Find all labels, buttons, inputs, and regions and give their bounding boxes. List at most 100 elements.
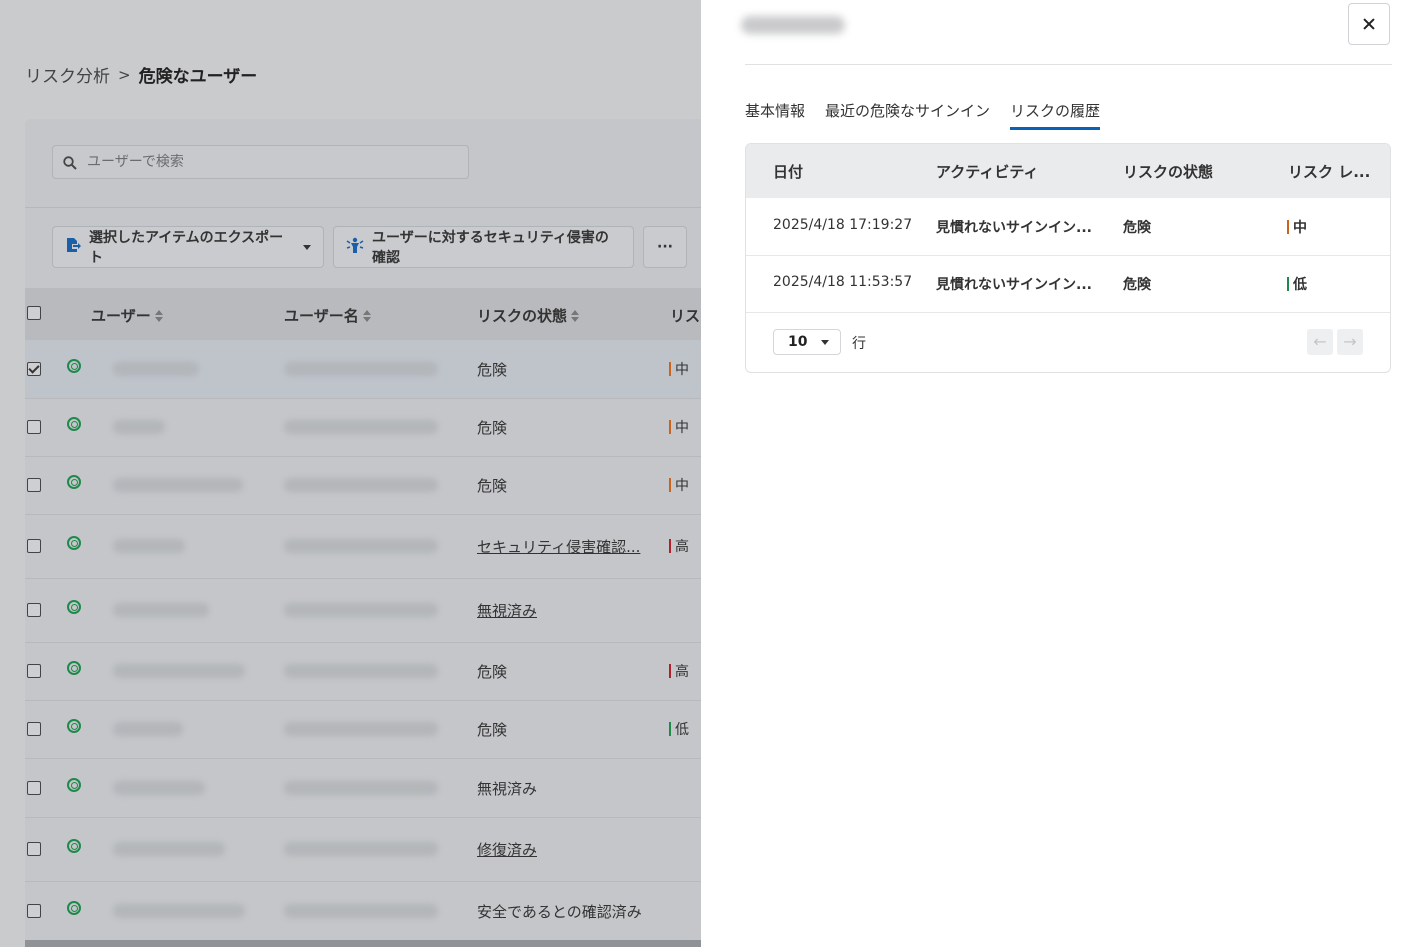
horizontal-scrollbar[interactable] <box>25 940 701 947</box>
search-input[interactable] <box>85 153 449 171</box>
username-redacted <box>284 539 438 553</box>
risk-level-bar <box>1287 220 1289 234</box>
select-all-checkbox[interactable] <box>27 306 41 320</box>
history-date: 2025/4/18 11:53:57 <box>773 274 913 290</box>
divider <box>745 64 1392 65</box>
arrow-left-icon: ← <box>1313 332 1327 351</box>
username-redacted <box>284 664 438 678</box>
user-name-redacted[interactable] <box>113 904 245 918</box>
user-name-redacted[interactable] <box>113 842 225 856</box>
risk-level-bar <box>669 722 671 736</box>
prev-page-button[interactable]: ← <box>1307 329 1333 355</box>
user-name-redacted[interactable] <box>113 664 245 678</box>
risk-state: 危険 <box>477 361 508 379</box>
history-row[interactable]: 2025/4/18 17:19:27 見慣れないサインイン... 危険 中 <box>746 198 1390 256</box>
search-icon <box>63 155 77 170</box>
username-redacted <box>284 362 438 376</box>
rows-label: 行 <box>852 336 866 352</box>
sort-icon <box>571 309 580 322</box>
username-redacted <box>284 842 438 856</box>
column-activity[interactable]: アクティビティ <box>936 161 1038 182</box>
column-date[interactable]: 日付 <box>773 161 803 182</box>
column-username[interactable]: ユーザー名 <box>284 305 371 326</box>
username-redacted <box>284 478 438 492</box>
risk-target-icon <box>67 661 81 675</box>
search-box[interactable] <box>52 145 469 179</box>
username-redacted <box>284 420 438 434</box>
sort-icon <box>154 309 163 322</box>
row-checkbox[interactable] <box>27 420 41 434</box>
row-checkbox[interactable] <box>27 780 41 795</box>
risk-history-table: 日付 アクティビティ リスクの状態 リスク レ... 2025/4/18 17:… <box>745 143 1391 373</box>
row-checkbox[interactable] <box>27 362 41 376</box>
history-row[interactable]: 2025/4/18 11:53:57 見慣れないサインイン... 危険 低 <box>746 255 1390 313</box>
export-label: 選択したアイテムのエクスポート <box>89 230 284 266</box>
close-button[interactable] <box>1348 3 1390 45</box>
user-name-redacted[interactable] <box>113 539 185 553</box>
user-name-redacted[interactable] <box>113 780 205 795</box>
pagination: 10 行 ← → <box>746 312 1390 372</box>
tab-risk-history[interactable]: リスクの履歴 <box>1010 100 1101 130</box>
history-risk-state: 危険 <box>1123 277 1151 293</box>
confirm-compromise-button[interactable]: ユーザーに対するセキュリティ侵害の確認 <box>333 226 634 268</box>
history-date: 2025/4/18 17:19:27 <box>773 217 913 233</box>
history-activity: 見慣れないサインイン... <box>936 220 1092 236</box>
page-size-select[interactable]: 10 <box>773 329 841 355</box>
risk-level: 高 <box>669 536 689 556</box>
username-redacted <box>284 722 438 736</box>
divider <box>25 207 701 208</box>
risk-state: 安全であるとの確認済み <box>477 903 642 921</box>
row-checkbox[interactable] <box>27 539 41 553</box>
history-risk-level: 低 <box>1287 274 1307 294</box>
risk-target-icon <box>67 359 81 373</box>
more-button[interactable]: ··· <box>643 226 687 268</box>
tab-basic-info[interactable]: 基本情報 <box>745 100 805 130</box>
row-checkbox[interactable] <box>27 842 41 856</box>
risk-target-icon <box>67 839 81 853</box>
risk-level-bar <box>669 478 671 492</box>
user-name-redacted[interactable] <box>113 420 165 434</box>
chevron-down-icon <box>303 244 311 250</box>
breadcrumb: リスク分析 > 危険なユーザー <box>25 62 257 88</box>
risk-target-icon <box>67 719 81 733</box>
export-button[interactable]: 選択したアイテムのエクスポート <box>52 226 324 268</box>
row-checkbox[interactable] <box>27 904 41 918</box>
risk-target-icon <box>67 417 81 431</box>
risk-state: 危険 <box>477 477 508 495</box>
breadcrumb-parent[interactable]: リスク分析 <box>25 62 110 87</box>
risk-state: 無視済み <box>477 779 538 798</box>
row-checkbox[interactable] <box>27 603 41 617</box>
risk-target-icon <box>67 600 81 614</box>
risk-state: 危険 <box>477 663 508 681</box>
risk-state[interactable]: 修復済み <box>477 839 537 860</box>
risk-target-icon <box>67 901 81 915</box>
user-name-redacted[interactable] <box>113 362 199 376</box>
risk-level-bar <box>669 664 671 678</box>
row-checkbox[interactable] <box>27 722 41 736</box>
user-name-redacted[interactable] <box>113 603 209 617</box>
confirm-compromise-label: ユーザーに対するセキュリティ侵害の確認 <box>372 230 609 266</box>
risk-level-bar <box>669 420 671 434</box>
risk-state[interactable]: 無視済み <box>477 600 537 621</box>
next-page-button[interactable]: → <box>1337 329 1363 355</box>
column-risk-level[interactable]: リス <box>670 305 700 326</box>
tab-recent-risky-signins[interactable]: 最近の危険なサインイン <box>825 100 990 130</box>
user-name-redacted[interactable] <box>113 722 183 736</box>
user-name-redacted[interactable] <box>113 478 243 492</box>
panel-tabs: 基本情報 最近の危険なサインイン リスクの履歴 <box>745 100 1101 130</box>
risk-target-icon <box>67 536 81 550</box>
row-checkbox[interactable] <box>27 664 41 678</box>
chevron-right-icon: > <box>118 65 131 84</box>
arrow-right-icon: → <box>1343 332 1357 351</box>
column-risk-state[interactable]: リスクの状態 <box>477 305 580 326</box>
column-risk-level[interactable]: リスク レ... <box>1288 161 1370 182</box>
risk-state[interactable]: セキュリティ侵害確認... <box>477 536 640 557</box>
risk-level: 中 <box>669 359 689 379</box>
column-user[interactable]: ユーザー <box>91 305 163 326</box>
risk-level-bar <box>1287 277 1289 291</box>
column-risk-state[interactable]: リスクの状態 <box>1123 161 1213 182</box>
background-page: リスク分析 > 危険なユーザー 選択したアイテムのエクスポート ユーザーに対する… <box>0 0 701 947</box>
username-redacted <box>284 780 438 795</box>
history-risk-level: 中 <box>1287 217 1307 237</box>
row-checkbox[interactable] <box>27 478 41 492</box>
